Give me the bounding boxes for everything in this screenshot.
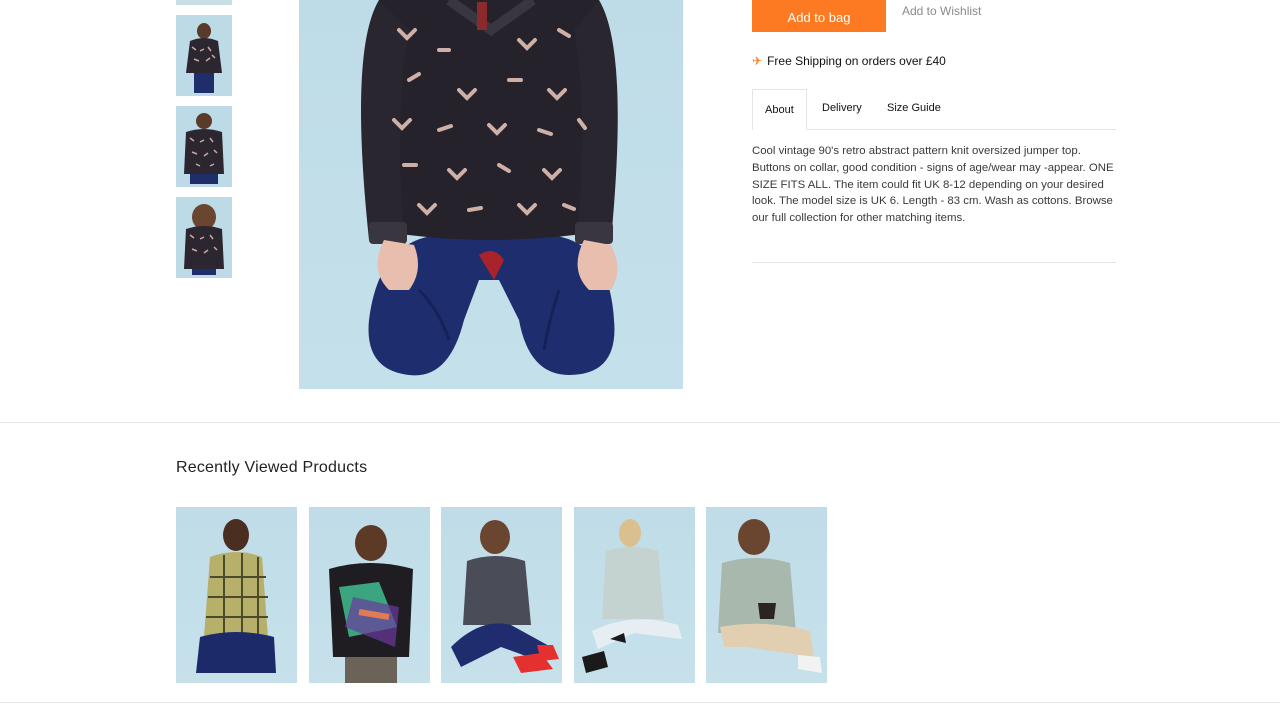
product-image xyxy=(718,519,822,673)
product-thumbnail[interactable] xyxy=(176,106,232,187)
product-thumbnail[interactable] xyxy=(176,197,232,278)
recently-viewed-title: Recently Viewed Products xyxy=(176,459,368,476)
tab-about[interactable]: About xyxy=(752,89,807,130)
recently-viewed-product[interactable] xyxy=(441,507,562,683)
tab-delivery[interactable]: Delivery xyxy=(822,89,862,130)
product-thumbnail[interactable] xyxy=(176,15,232,96)
recently-viewed-product[interactable] xyxy=(309,507,430,683)
product-image xyxy=(196,519,276,673)
product-image xyxy=(582,519,682,673)
footer-divider xyxy=(0,702,1280,703)
section-divider xyxy=(0,422,1280,423)
model-illustration xyxy=(361,0,618,376)
product-image xyxy=(329,525,413,683)
thumbnail-image xyxy=(184,204,224,275)
free-shipping-text: Free Shipping on orders over £40 xyxy=(767,54,946,68)
product-thumbnail[interactable] xyxy=(176,0,232,5)
recently-viewed-product[interactable] xyxy=(574,507,695,683)
description-divider xyxy=(752,262,1116,263)
thumbnail-image xyxy=(184,113,224,184)
free-shipping-notice: ✈ Free Shipping on orders over £40 xyxy=(752,54,946,68)
recently-viewed-product[interactable] xyxy=(706,507,827,683)
product-image xyxy=(451,520,559,673)
product-info-tabs: About Delivery Size Guide xyxy=(752,89,1116,130)
thumbnail-image xyxy=(186,23,222,93)
recently-viewed-product[interactable] xyxy=(176,507,297,683)
product-description: Cool vintage 90's retro abstract pattern… xyxy=(752,145,1114,225)
plane-icon: ✈ xyxy=(752,54,763,68)
add-to-wishlist-link[interactable]: Add to Wishlist xyxy=(902,4,981,18)
add-to-bag-button[interactable]: Add to bag xyxy=(752,0,886,32)
main-product-image[interactable] xyxy=(299,0,683,389)
tab-size-guide[interactable]: Size Guide xyxy=(887,89,941,130)
thumbnail-strip xyxy=(176,0,232,288)
